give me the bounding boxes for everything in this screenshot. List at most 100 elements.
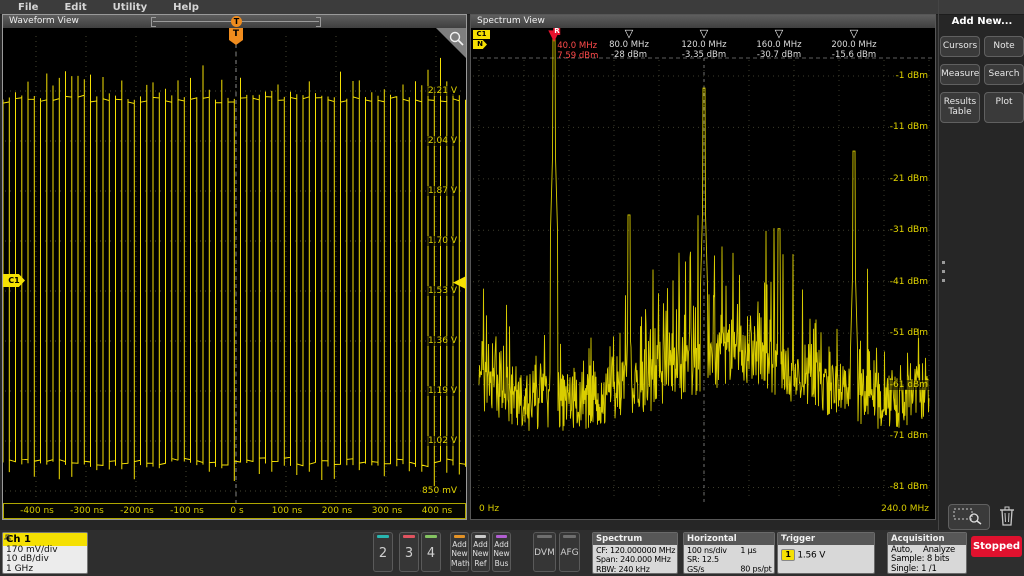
waveform-plot[interactable]: T 2.21 V 2.04 V 1.87 V 1.70 V 1.53 V 1.36 V 1.… [3,28,466,503]
spectrum-marker-40mhz[interactable]: ▼ R 40.0 MHz 7.59 dBm [548,28,598,61]
slider-right-bracket [316,17,321,27]
reference-marker-chip: R [553,28,561,35]
spectrum-view-header: Spectrum View [471,15,935,28]
channel1-bandwidth: 1 GHz [6,563,34,574]
channel4-button[interactable]: 4 [421,532,441,572]
run-stop-button[interactable]: Stopped [971,536,1022,557]
marker-frequency-label: 120.0 MHz [681,40,727,50]
trigger-position-knob[interactable]: T [231,16,242,27]
waveform-voltage-label: 1.19 V [426,386,458,396]
add-plot-button[interactable]: Plot [984,91,1024,124]
spectrum-rbw: RBW: 240 kHz [596,564,650,574]
spectrum-span: Span: 240.000 MHz [596,555,671,565]
rising-edge-icon [779,534,791,543]
menu-file[interactable]: File [5,2,51,13]
marker-level-label: -15.6 dBm [831,50,877,60]
marker-frequency-label: 160.0 MHz [756,40,802,50]
horizontal-window: 1 µs [740,546,757,555]
horizontal-position-slider[interactable]: T [151,16,321,27]
waveform-voltage-label: 1.87 V [426,186,458,196]
add-note-button[interactable]: Note [984,36,1024,57]
zoom-region-icon [953,508,982,525]
waveform-voltage-label: 1.53 V [426,286,458,296]
menu-help[interactable]: Help [160,2,212,13]
horizontal-scale: 100 ns/div [687,546,727,555]
spectrum-marker-200mhz[interactable]: ▽ 200.0 MHz -15.6 dBm [831,28,876,60]
trash-button[interactable] [997,505,1019,528]
dvm-label: DVM [534,548,555,558]
spectrum-settings-badge[interactable]: Spectrum CF: 120.000000 MHz Span: 240.00… [592,532,678,574]
marker-level-label: -30.7 dBm [756,50,802,60]
spectrum-trace-badge[interactable]: C1 N [473,30,490,49]
spectrum-dbm-label: -21 dBm [888,173,929,184]
menu-bar: File Edit Utility Help [0,0,1024,15]
spectrum-marker-160mhz[interactable]: ▽ 160.0 MHz -30.7 dBm [756,28,801,60]
spectrum-plot[interactable]: C1 N ▼ R 40.0 MHz 7.59 dBm ▽ 80.0 MHz -28 dBm ▽… [471,28,935,519]
trigger-position-flag[interactable]: T [229,28,243,45]
spectrum-marker-80mhz[interactable]: ▽ 80.0 MHz -28 dBm [609,28,649,60]
horizontal-panel-title: Horizontal [684,533,774,545]
marker-triangle-icon: ▽ [849,28,859,40]
marker-triangle-icon: ▽ [774,28,784,40]
waveform-voltage-label: 1.36 V [426,336,458,346]
spectrum-view-title: Spectrum View [477,16,545,26]
settings-bar: Ch 1 170 mV/div 10 dB/div 1 GHz 2 3 4 Ad… [0,530,1024,576]
spectrum-view: Spectrum View C1 N ▼ R 40.0 MHz 7.59 dBm ▽ 80… [470,14,936,520]
spectrum-badge-channel: C1 [473,30,490,39]
channel2-label: 2 [378,546,388,561]
waveform-view-title: Waveform View [9,16,79,26]
waveform-view: Waveform View T T 2.21 V 2.04 V 1.87 V 1.70… [2,14,467,520]
spectrum-badge-trace-type: N [473,40,487,49]
spectrum-dbm-label: -11 dBm [888,122,929,133]
waveform-trace-svg [3,28,466,503]
horizontal-settings-badge[interactable]: Horizontal 100 ns/div 1 µs SR: 12.5 GS/s… [683,532,775,574]
spectrum-dbm-label: -41 dBm [888,276,929,287]
menu-edit[interactable]: Edit [51,2,99,13]
waveform-time-axis[interactable]: -400 ns -300 ns -200 ns -100 ns 0 s 100 ns 200… [3,503,466,519]
trash-icon [1000,506,1014,526]
ref-color-stripe [475,535,486,538]
acquisition-single: Single: 1 /1 [891,563,937,574]
add-results-table-button[interactable]: Results Table [940,91,980,124]
marker-frequency-label: 80.0 MHz [609,40,649,50]
spectrum-dbm-label: -1 dBm [894,71,929,81]
marker-triangle-icon: ▽ [624,28,634,40]
waveform-voltage-label: 1.02 V [426,436,458,446]
waveform-voltage-label: 2.21 V [426,86,458,96]
freq-end-label: 240.0 MHz [881,504,929,514]
add-new-math-button[interactable]: Add New Math [450,532,470,572]
spectrum-panel-title: Spectrum [593,533,677,545]
add-measure-button[interactable]: Measure [940,63,980,85]
waveform-voltage-label: 850 mV [421,486,458,496]
marker-level-label: -28 dBm [610,50,648,60]
add-new-button-grid: Cursors Note Measure Search Results Tabl… [939,36,1024,124]
waveform-time-label: 400 ns [421,506,453,516]
afg-button[interactable]: AFG [559,532,580,572]
channel3-button[interactable]: 3 [399,532,419,572]
menu-utility[interactable]: Utility [100,2,160,13]
trigger-settings-badge[interactable]: Trigger 1 1.56 V [777,532,875,574]
spectrum-cf: CF: 120.000000 MHz [596,546,676,555]
results-bar: Add New... Cursors Note Measure Search R… [938,0,1024,530]
horizontal-resolution: 80 ps/pt [740,564,772,574]
freq-start-label: 0 Hz [479,504,500,514]
acquisition-settings-badge[interactable]: Acquisition Auto, Analyze Sample: 8 bits… [887,532,967,574]
add-search-button[interactable]: Search [984,63,1024,85]
channel1-badge[interactable]: Ch 1 170 mV/div 10 dB/div 1 GHz [2,532,88,574]
add-new-math-label: Add New Math [451,540,470,568]
marker-frequency-label: 200.0 MHz [831,40,877,50]
magnifier-icon [449,31,464,46]
channel2-button[interactable]: 2 [373,532,393,572]
dvm-button[interactable]: DVM [533,532,556,572]
spectrum-marker-120mhz[interactable]: ▽ 120.0 MHz -3.35 dBm [681,28,726,60]
add-new-ref-label: Add New Ref [472,540,489,568]
add-cursors-button[interactable]: Cursors [940,36,980,57]
add-new-bus-button[interactable]: Add New Bus [492,532,511,572]
add-new-ref-button[interactable]: Add New Ref [471,532,490,572]
waveform-view-header: Waveform View T [3,15,466,28]
zoom-corner-button[interactable] [436,28,466,58]
zoom-mode-button[interactable] [948,504,990,530]
panel-splitter-handle[interactable] [939,261,947,289]
spectrum-dbm-label: -51 dBm [888,328,929,339]
bus-color-stripe [496,535,507,538]
